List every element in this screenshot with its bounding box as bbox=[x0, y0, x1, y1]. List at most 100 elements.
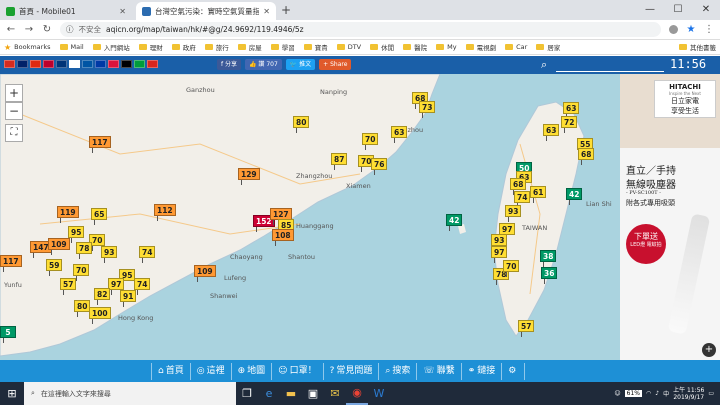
hitachi-ad[interactable]: HITACHI Inspire the Next 日立家電 享受生活 直立／手持… bbox=[620, 74, 720, 360]
ad-gift-badge[interactable]: 下單送 LED燈 電蚊拍 bbox=[626, 224, 666, 264]
windows-start-icon[interactable]: ⊞ bbox=[0, 382, 24, 405]
aqi-station-marker[interactable]: 68 bbox=[510, 178, 527, 195]
aqi-station-marker[interactable]: 63 bbox=[391, 126, 408, 143]
language-flag-icon[interactable] bbox=[95, 60, 106, 68]
aqi-station-marker[interactable]: 91 bbox=[120, 290, 137, 307]
bookmark-item[interactable]: 旅行 bbox=[204, 42, 229, 52]
bookmark-item[interactable]: 學習 bbox=[270, 42, 295, 52]
close-window-button[interactable]: ✕ bbox=[692, 0, 720, 20]
aqi-station-marker[interactable]: 70 bbox=[73, 264, 90, 281]
wifi-icon[interactable]: ◠ bbox=[646, 390, 651, 397]
battery-indicator[interactable]: 61% bbox=[624, 390, 643, 397]
bottom-nav-item[interactable]: ⌂ 首頁 bbox=[151, 363, 190, 380]
aqi-station-marker[interactable]: 73 bbox=[419, 101, 436, 118]
bookmark-item[interactable]: ★ Bookmarks bbox=[4, 43, 51, 52]
aqi-station-marker[interactable]: 5 bbox=[0, 326, 16, 343]
bottom-nav-item[interactable]: ⚭ 鏈接 bbox=[460, 363, 502, 380]
aqi-station-marker[interactable]: 82 bbox=[94, 288, 111, 305]
language-flag-icon[interactable] bbox=[30, 60, 41, 68]
bookmark-item[interactable]: 電視劇 bbox=[465, 42, 496, 52]
word-icon[interactable]: W bbox=[368, 382, 390, 405]
back-icon[interactable]: ← bbox=[6, 24, 16, 35]
aqi-station-marker[interactable]: 74 bbox=[514, 191, 531, 208]
aqi-station-marker[interactable]: 42 bbox=[566, 188, 583, 205]
aqi-station-marker[interactable]: 108 bbox=[272, 229, 294, 246]
maximize-button[interactable]: ☐ bbox=[664, 0, 692, 20]
info-icon[interactable]: ⓘ bbox=[66, 24, 74, 35]
aqi-station-marker[interactable]: 68 bbox=[578, 148, 595, 165]
aqi-station-marker[interactable]: 70 bbox=[362, 133, 379, 150]
tab-mobile01[interactable]: 首頁 - Mobile01 ✕ bbox=[0, 2, 132, 20]
taskbar-clock[interactable]: 上午 11:56 2019/9/17 bbox=[673, 387, 704, 401]
bookmark-item[interactable]: 入門網站 bbox=[92, 42, 130, 52]
language-flag-icon[interactable] bbox=[147, 60, 158, 68]
tab-aqicn[interactable]: 台灣空氣污染：實時空氣質量指數 ✕ bbox=[136, 2, 276, 20]
notification-icon[interactable]: ▭ bbox=[708, 390, 714, 397]
forward-icon[interactable]: → bbox=[24, 24, 34, 35]
bookmark-item[interactable]: 醫院 bbox=[403, 42, 427, 52]
taskbar-search[interactable]: ⌕ 在這裡輸入文字來搜尋 bbox=[24, 382, 236, 405]
new-tab-button[interactable]: + bbox=[281, 3, 291, 17]
bookmark-item[interactable]: 理財 bbox=[138, 42, 163, 52]
bottom-nav-item[interactable]: ? 常見問題 bbox=[322, 363, 379, 380]
language-flag-icon[interactable] bbox=[17, 60, 28, 68]
bottom-nav-item[interactable]: ⌕ 搜索 bbox=[378, 363, 416, 380]
extension-icon[interactable] bbox=[669, 25, 678, 34]
aqi-station-marker[interactable]: 65 bbox=[91, 208, 108, 225]
aqi-station-marker[interactable]: 72 bbox=[561, 116, 578, 133]
aqi-station-marker[interactable]: 93 bbox=[101, 246, 118, 263]
aqi-station-marker[interactable]: 57 bbox=[518, 320, 535, 337]
aqi-station-marker[interactable]: 109 bbox=[48, 238, 70, 255]
task-view-icon[interactable]: ❐ bbox=[236, 382, 258, 405]
file-explorer-icon[interactable]: ▬ bbox=[280, 382, 302, 405]
aqi-station-marker[interactable]: 97 bbox=[108, 278, 125, 295]
aqi-station-marker[interactable]: 76 bbox=[371, 158, 388, 175]
bookmark-item[interactable]: 寶貴 bbox=[303, 42, 328, 52]
bottom-nav-item[interactable]: ☺ 口罩！ bbox=[271, 363, 322, 380]
bookmark-item[interactable]: 房屋 bbox=[237, 42, 262, 52]
aqi-station-marker[interactable]: 57 bbox=[60, 278, 77, 295]
minimize-button[interactable]: — bbox=[636, 0, 664, 20]
aqi-station-marker[interactable]: 93 bbox=[491, 234, 508, 251]
bookmark-item[interactable]: 休閒 bbox=[370, 42, 394, 52]
bottom-nav-item[interactable]: ⊕ 地圖 bbox=[230, 363, 272, 380]
mail-icon[interactable]: ✉ bbox=[324, 382, 346, 405]
aqi-station-marker[interactable]: 87 bbox=[331, 153, 348, 170]
close-tab-icon[interactable]: ✕ bbox=[263, 7, 270, 16]
aqi-station-marker[interactable]: 129 bbox=[238, 168, 260, 185]
people-icon[interactable]: ☺ bbox=[614, 390, 620, 397]
aqi-station-marker[interactable]: 109 bbox=[194, 265, 216, 282]
other-bookmarks[interactable]: 其他書籤 bbox=[679, 42, 716, 52]
language-flag-icon[interactable] bbox=[108, 60, 119, 68]
reload-icon[interactable]: ↻ bbox=[42, 24, 52, 35]
language-flag-icon[interactable] bbox=[121, 60, 132, 68]
aqi-station-marker[interactable]: 63 bbox=[543, 124, 560, 141]
aqi-station-marker[interactable]: 70 bbox=[503, 260, 520, 277]
input-language[interactable]: 中 bbox=[663, 389, 669, 398]
aqi-station-marker[interactable]: 117 bbox=[0, 255, 22, 272]
language-flag-icon[interactable] bbox=[82, 60, 93, 68]
language-flag-icon[interactable] bbox=[134, 60, 145, 68]
chrome-icon[interactable]: ◉ bbox=[346, 382, 368, 405]
aqi-station-marker[interactable]: 38 bbox=[540, 250, 557, 267]
language-flag-icon[interactable] bbox=[43, 60, 54, 68]
aqi-station-marker[interactable]: 80 bbox=[74, 300, 91, 317]
volume-icon[interactable]: ♪ bbox=[655, 390, 659, 397]
aqi-station-marker[interactable]: 100 bbox=[89, 307, 111, 324]
aqi-station-marker[interactable]: 74 bbox=[134, 278, 151, 295]
address-bar[interactable]: ⓘ 不安全 aqicn.org/map/taiwan/hk/#@g/24.969… bbox=[60, 22, 661, 37]
share-button[interactable]: 🐦 推文 bbox=[285, 59, 316, 70]
aqi-station-marker[interactable]: 95 bbox=[68, 226, 85, 243]
menu-icon[interactable]: ⋮ bbox=[704, 24, 714, 35]
url-text[interactable]: aqicn.org/map/taiwan/hk/#@g/24.9692/119.… bbox=[106, 25, 304, 34]
language-flag-icon[interactable] bbox=[56, 60, 67, 68]
aqi-station-marker[interactable]: 117 bbox=[89, 136, 111, 153]
edge-icon[interactable]: e bbox=[258, 382, 280, 405]
zoom-in-button[interactable]: + bbox=[5, 84, 23, 102]
search-input[interactable] bbox=[556, 71, 664, 72]
language-flag-icon[interactable] bbox=[4, 60, 15, 68]
aqi-station-marker[interactable]: 36 bbox=[541, 267, 558, 284]
fullscreen-button[interactable]: ⛶ bbox=[5, 124, 23, 142]
zoom-out-button[interactable]: − bbox=[5, 102, 23, 120]
aqi-station-marker[interactable]: 63 bbox=[563, 102, 580, 119]
